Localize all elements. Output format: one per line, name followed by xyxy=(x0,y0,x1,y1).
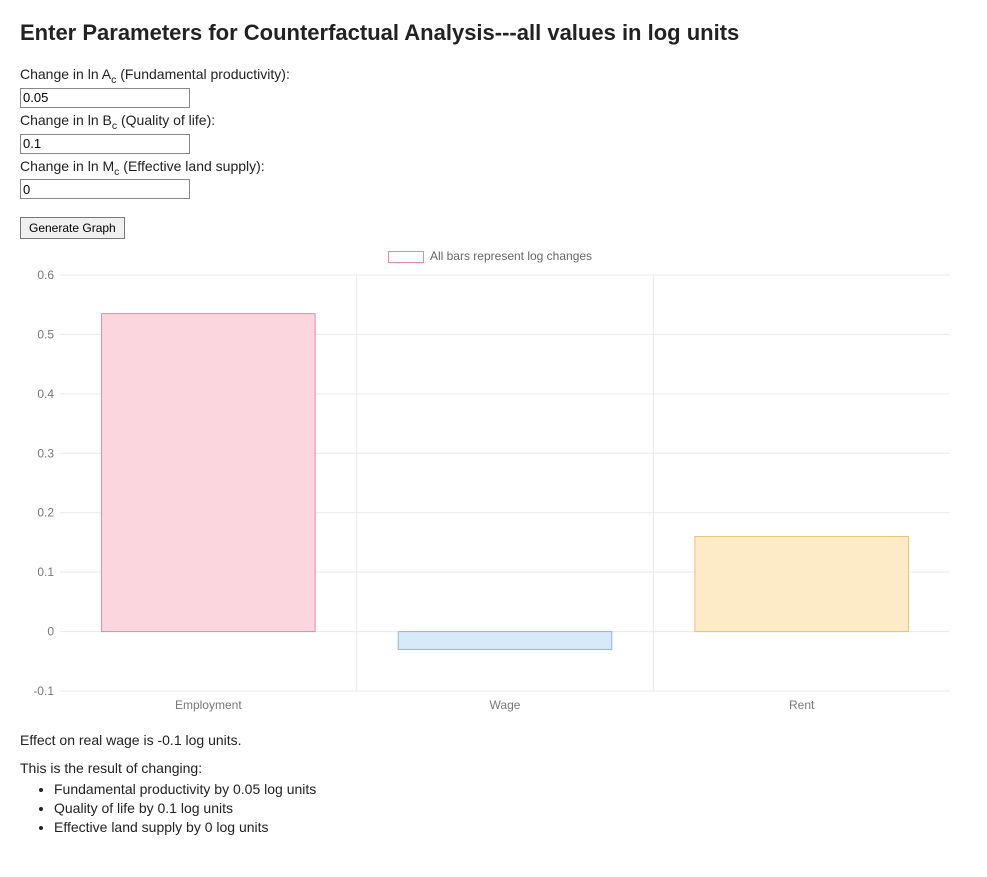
param-m-block: Change in ln Mc (Effective land supply): xyxy=(20,158,967,200)
param-m-label: Change in ln Mc (Effective land supply): xyxy=(20,158,967,178)
bar-employment xyxy=(102,314,316,632)
param-m-label-post: (Effective land supply): xyxy=(119,158,264,174)
param-b-label-pre: Change in ln B xyxy=(20,112,112,128)
param-b-input[interactable] xyxy=(20,134,190,154)
param-a-block: Change in ln Ac (Fundamental productivit… xyxy=(20,66,967,108)
param-m-input[interactable] xyxy=(20,179,190,199)
chart-container: All bars represent log changes -0.1 0 0.1 0… xyxy=(20,249,960,720)
list-item: Fundamental productivity by 0.05 log uni… xyxy=(54,780,967,799)
results-text: Effect on real wage is -0.1 log units. T… xyxy=(20,732,967,837)
bar-rent xyxy=(695,537,909,632)
changing-line: This is the result of changing: xyxy=(20,760,967,776)
y-tick-label: 0.1 xyxy=(37,566,54,580)
y-tick-label: 0.6 xyxy=(37,268,54,282)
param-a-label-post: (Fundamental productivity): xyxy=(116,66,290,82)
param-m-label-pre: Change in ln M xyxy=(20,158,114,174)
param-a-label: Change in ln Ac (Fundamental productivit… xyxy=(20,66,967,86)
y-tick-label: 0.2 xyxy=(37,506,54,520)
page-title: Enter Parameters for Counterfactual Anal… xyxy=(20,20,967,46)
x-category-label: Wage xyxy=(490,698,521,712)
param-a-input[interactable] xyxy=(20,88,190,108)
y-tick-label: 0.5 xyxy=(37,328,54,342)
list-item: Effective land supply by 0 log units xyxy=(54,818,967,837)
generate-button[interactable]: Generate Graph xyxy=(20,217,125,239)
param-a-label-pre: Change in ln A xyxy=(20,66,111,82)
y-tick-label: 0.4 xyxy=(37,387,54,401)
legend-swatch-icon xyxy=(388,251,424,263)
x-category-label: Employment xyxy=(175,698,242,712)
bar-wage xyxy=(398,632,612,650)
bar-chart: -0.1 0 0.1 0.2 0.3 0.4 0.5 0.6 Employment Wage Ren… xyxy=(20,267,960,717)
real-wage-line: Effect on real wage is -0.1 log units. xyxy=(20,732,967,748)
param-b-label-post: (Quality of life): xyxy=(117,112,215,128)
x-category-label: Rent xyxy=(789,698,815,712)
y-tick-label: -0.1 xyxy=(33,684,54,698)
list-item: Quality of life by 0.1 log units xyxy=(54,799,967,818)
changes-list: Fundamental productivity by 0.05 log uni… xyxy=(20,780,967,837)
param-b-block: Change in ln Bc (Quality of life): xyxy=(20,112,967,154)
param-b-label: Change in ln Bc (Quality of life): xyxy=(20,112,967,132)
y-tick-label: 0.3 xyxy=(37,447,54,461)
y-tick-label: 0 xyxy=(47,625,54,639)
chart-legend: All bars represent log changes xyxy=(20,249,960,263)
legend-text: All bars represent log changes xyxy=(430,249,592,263)
